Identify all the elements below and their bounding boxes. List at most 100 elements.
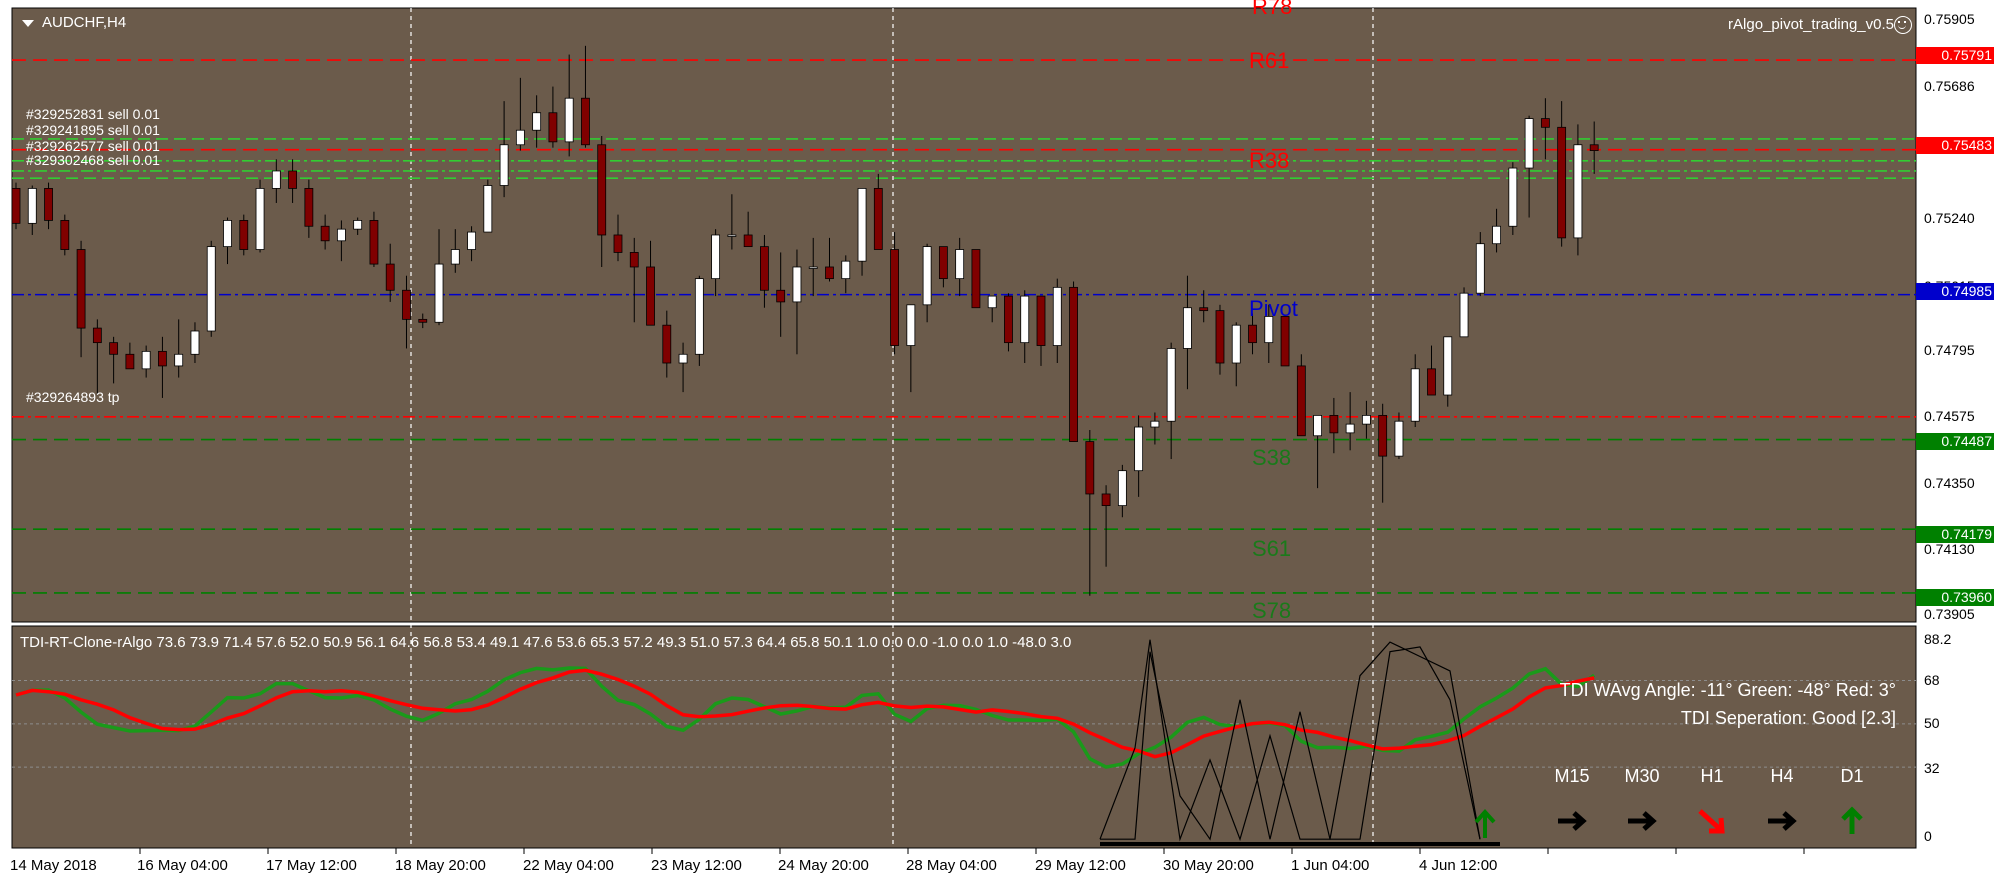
candle-body [60, 220, 70, 250]
candle-body [694, 278, 704, 355]
candle-body [1052, 286, 1062, 346]
level-s38: S38 [1252, 445, 1292, 470]
candle-body [1183, 307, 1192, 349]
price-tick: 0.74130 [1924, 541, 1975, 557]
level-r78: R78 [1252, 0, 1293, 19]
candle-body [987, 295, 997, 309]
candle-body [1459, 292, 1469, 338]
level-r61: R61 [1249, 48, 1290, 73]
tf-label-m15: M15 [1554, 766, 1590, 786]
candle-body [1215, 310, 1225, 364]
candle-body [27, 188, 37, 224]
candle-body [255, 188, 265, 250]
level-pivot: Pivot [1249, 296, 1298, 321]
tdi-angle-text: TDI WAvg Angle: -11° Green: -48° Red: 3° [1559, 680, 1896, 700]
dropdown-icon[interactable] [22, 19, 34, 27]
arrow-right-icon [1628, 811, 1657, 831]
candle-body [1492, 225, 1501, 245]
candle-body [76, 249, 86, 329]
price-tag-r61: 0.75791 [1916, 47, 1994, 64]
candle-body [922, 246, 932, 306]
time-label: 16 May 04:00 [137, 857, 228, 874]
candle-body [743, 234, 753, 248]
candle-body [467, 231, 476, 250]
candle-body [890, 249, 899, 346]
price-tag-s78: 0.73960 [1916, 589, 1994, 606]
price-tick: 0.74795 [1924, 342, 1975, 358]
order-label[interactable]: #329302468 sell 0.01 [26, 152, 160, 168]
candle-body [1329, 414, 1339, 434]
candle-body [515, 129, 525, 146]
candle-body [499, 144, 509, 186]
candle-body [776, 289, 786, 303]
candle-body [1573, 144, 1583, 239]
candle-body [418, 318, 428, 323]
time-label: 14 May 2018 [10, 857, 97, 874]
candle-body [11, 188, 21, 224]
candle-body [288, 170, 297, 189]
arrow-right-icon [1558, 811, 1587, 831]
time-label: 18 May 20:00 [395, 857, 486, 874]
price-tag-pivot: 0.74985 [1916, 283, 1994, 300]
time-label: 29 May 12:00 [1035, 857, 1126, 874]
candle-body [206, 246, 216, 332]
time-label: 24 May 20:00 [778, 857, 869, 874]
candle-body [841, 260, 851, 280]
candle-body [320, 225, 330, 242]
candle-body [1166, 348, 1176, 422]
candle-body [564, 97, 574, 143]
candle-body [1540, 118, 1550, 128]
order-label[interactable]: #329241895 sell 0.01 [26, 122, 160, 138]
candle-body [483, 185, 493, 233]
candle-body [1020, 295, 1030, 344]
tdi-tick: 88.2 [1924, 631, 1952, 647]
candle-body [1231, 324, 1241, 364]
candle-body [1199, 307, 1209, 312]
candle-body [1475, 243, 1485, 294]
time-label: 17 May 12:00 [266, 857, 357, 874]
level-s61: S61 [1252, 536, 1292, 561]
price-tick: 0.74575 [1924, 408, 1975, 424]
candle-body [906, 304, 916, 346]
candle-body [1248, 324, 1257, 344]
time-label: 22 May 04:00 [523, 857, 614, 874]
candle-body [434, 263, 444, 323]
tdi-title: TDI-RT-Clone-rAlgo 73.6 73.9 71.4 57.6 5… [20, 634, 1072, 651]
tf-label-h1: H1 [1700, 766, 1724, 786]
candle-body [239, 220, 249, 250]
ea-name: rAlgo_pivot_trading_v0.5 [1728, 16, 1894, 33]
candle-body [808, 266, 818, 269]
candle-body [109, 342, 119, 355]
candle-body [646, 266, 655, 326]
tp-label[interactable]: #329264893 tp [26, 389, 119, 405]
arrow-up-icon [1841, 806, 1863, 834]
order-label[interactable]: #329252831 sell 0.01 [26, 106, 160, 122]
candle-body [1004, 295, 1013, 344]
candle-body [1427, 368, 1436, 396]
candle-body [92, 327, 102, 344]
price-tag-s38: 0.74487 [1916, 433, 1994, 450]
candle-body [223, 220, 232, 248]
chart-canvas[interactable] [0, 0, 1994, 890]
arrow-down-right-icon [1698, 809, 1725, 834]
candle-body [1362, 414, 1371, 425]
level-r38: R38 [1249, 148, 1290, 173]
candle-body [873, 188, 883, 250]
candle-body [955, 249, 965, 280]
candle-body [1085, 441, 1095, 495]
time-label: 23 May 12:00 [651, 857, 742, 874]
arrow-right-icon [1768, 811, 1797, 831]
candle-body [1134, 426, 1144, 472]
candle-body [613, 234, 623, 253]
candle-body [385, 263, 395, 291]
time-label: 30 May 20:00 [1163, 857, 1254, 874]
smiley-icon[interactable] [1894, 16, 1912, 34]
candle-body [158, 350, 167, 367]
symbol-label[interactable]: AUDCHF,H4 [22, 14, 126, 31]
candle-body [1345, 423, 1355, 434]
price-tick: 0.75905 [1924, 11, 1975, 27]
time-label: 28 May 04:00 [906, 857, 997, 874]
candle-body [857, 188, 867, 262]
candle-body [1069, 286, 1078, 442]
candle-body [336, 228, 346, 242]
